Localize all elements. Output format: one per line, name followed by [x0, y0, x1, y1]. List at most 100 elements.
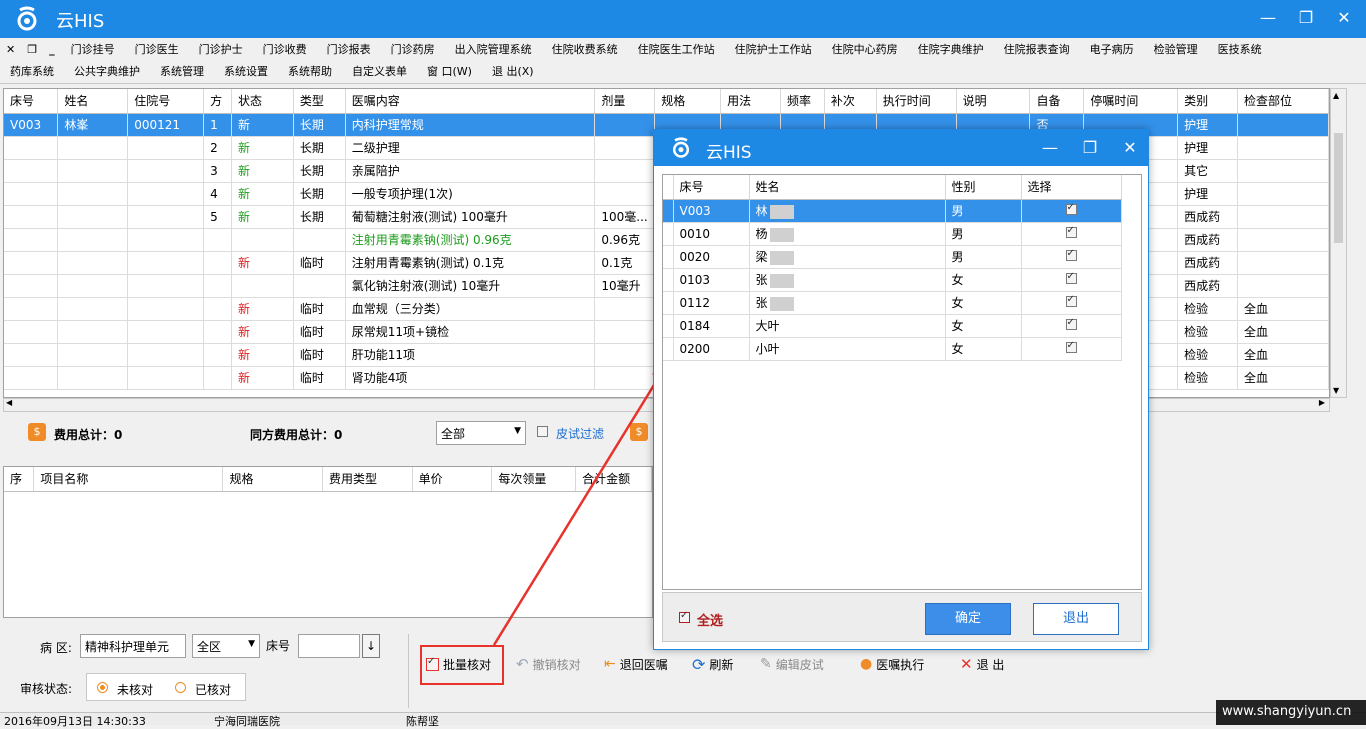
- bed-input[interactable]: [298, 634, 360, 658]
- menu-item[interactable]: 门诊收费: [253, 41, 317, 57]
- menu-item[interactable]: 系统设置: [214, 63, 278, 79]
- menu-item[interactable]: 窗 口(W): [417, 63, 482, 79]
- fee-column-header[interactable]: 规格: [222, 467, 323, 492]
- undo-verify-button[interactable]: ↶ 撤销核对: [516, 654, 581, 674]
- column-header[interactable]: 床号: [4, 89, 59, 114]
- dialog-patient-row[interactable]: V003 林 男: [663, 199, 1122, 223]
- fee-column-header[interactable]: 每次领量: [491, 467, 577, 492]
- dialog-column-header[interactable]: 姓名: [749, 175, 946, 200]
- column-header[interactable]: 补次: [824, 89, 877, 114]
- radio-unchecked-status[interactable]: [97, 682, 108, 693]
- column-header[interactable]: 自备: [1029, 89, 1085, 114]
- close-icon[interactable]: ✕: [1334, 8, 1354, 27]
- edit-skin-button[interactable]: ✎ 编辑皮试: [760, 654, 824, 674]
- dialog-restore-icon[interactable]: ❐: [1080, 138, 1100, 157]
- menu-item[interactable]: 系统帮助: [278, 63, 342, 79]
- menu-item[interactable]: 门诊医生: [125, 41, 189, 57]
- area-select[interactable]: 全区 ▼: [192, 634, 260, 658]
- minimize-small-icon[interactable]: _: [43, 43, 61, 56]
- refresh-button[interactable]: ⟳ 刷新: [692, 654, 733, 674]
- fee-column-header[interactable]: 单价: [412, 467, 493, 492]
- menu-item[interactable]: 出入院管理系统: [445, 41, 542, 57]
- menu-item[interactable]: 医技系统: [1208, 41, 1272, 57]
- select-checkbox[interactable]: [1065, 294, 1077, 307]
- menu-item[interactable]: 住院护士工作站: [725, 41, 822, 57]
- minimize-icon[interactable]: —: [1258, 8, 1278, 27]
- select-all-label[interactable]: 全选: [697, 610, 723, 629]
- dialog-close-icon[interactable]: ✕: [1120, 138, 1140, 157]
- dialog-patient-row[interactable]: 0020 梁 男: [663, 245, 1122, 269]
- dialog-patient-row[interactable]: 0112 张 女: [663, 291, 1122, 315]
- select-checkbox[interactable]: [1065, 248, 1077, 261]
- dialog-ok-button[interactable]: 确定: [925, 603, 1011, 635]
- column-header[interactable]: 频率: [780, 89, 825, 114]
- return-order-button[interactable]: ⇤ 退回医嘱: [604, 654, 668, 674]
- scroll-left-icon[interactable]: ◀: [6, 398, 12, 407]
- column-header[interactable]: 执行时间: [876, 89, 957, 114]
- scroll-down-icon[interactable]: ▼: [1333, 386, 1339, 395]
- menu-item[interactable]: 住院医生工作站: [628, 41, 725, 57]
- column-header[interactable]: 检查部位: [1237, 89, 1329, 114]
- fee-column-header[interactable]: 费用类型: [322, 467, 413, 492]
- menu-item[interactable]: 门诊药房: [381, 41, 445, 57]
- column-header[interactable]: 类别: [1177, 89, 1239, 114]
- menu-item[interactable]: 检验管理: [1144, 41, 1208, 57]
- menu-item[interactable]: 住院中心药房: [822, 41, 908, 57]
- menu-item[interactable]: 系统管理: [150, 63, 214, 79]
- dialog-patient-row[interactable]: 0103 张 女: [663, 268, 1122, 292]
- exit-button[interactable]: ✕ 退 出: [960, 654, 1004, 674]
- select-checkbox[interactable]: [1065, 317, 1077, 330]
- radio-checked-status[interactable]: [175, 682, 186, 693]
- menu-item[interactable]: 电子病历: [1080, 41, 1144, 57]
- column-header[interactable]: 住院号: [127, 89, 205, 114]
- dialog-column-header[interactable]: 床号: [673, 175, 750, 200]
- orders-vertical-scrollbar[interactable]: ▲ ▼: [1330, 88, 1347, 398]
- batch-verify-button[interactable]: 批量核对: [426, 654, 491, 674]
- select-checkbox[interactable]: [1065, 271, 1077, 284]
- dialog-patient-row[interactable]: 0184 大叶 女: [663, 314, 1122, 338]
- dialog-patient-row[interactable]: 0200 小叶 女: [663, 337, 1122, 361]
- fee-column-header[interactable]: 序: [4, 467, 35, 492]
- dialog-column-header[interactable]: 选择: [1021, 175, 1122, 200]
- fee-column-header[interactable]: 项目名称: [33, 467, 224, 492]
- radio-checked-label[interactable]: 已核对: [195, 681, 231, 698]
- dialog-cancel-button[interactable]: 退出: [1033, 603, 1119, 635]
- fee-column-header[interactable]: 合计金额: [575, 467, 652, 492]
- select-checkbox[interactable]: [1065, 202, 1077, 215]
- menu-item[interactable]: 自定义表单: [342, 63, 417, 79]
- select-checkbox[interactable]: [1065, 340, 1077, 353]
- radio-unchecked-label[interactable]: 未核对: [117, 681, 153, 698]
- menu-item[interactable]: 门诊报表: [317, 41, 381, 57]
- select-all-checkbox[interactable]: [679, 610, 690, 623]
- bed-search-button[interactable]: ↓: [362, 634, 380, 658]
- restore-small-icon[interactable]: ❐: [21, 43, 43, 56]
- select-checkbox[interactable]: [1065, 225, 1077, 238]
- column-header[interactable]: 说明: [956, 89, 1031, 114]
- column-header[interactable]: 用法: [720, 89, 781, 114]
- column-header[interactable]: 规格: [654, 89, 722, 114]
- menu-item[interactable]: 药库系统: [0, 63, 64, 79]
- menu-item[interactable]: 门诊挂号: [61, 41, 125, 57]
- menu-item[interactable]: 住院收费系统: [542, 41, 628, 57]
- scroll-thumb[interactable]: [1334, 133, 1343, 243]
- dialog-minimize-icon[interactable]: —: [1040, 138, 1060, 157]
- execute-order-button[interactable]: ● 医嘱执行: [860, 654, 924, 674]
- column-header[interactable]: 类型: [293, 89, 346, 114]
- dialog-column-header[interactable]: 性别: [945, 175, 1022, 200]
- column-header[interactable]: 医嘱内容: [345, 89, 596, 114]
- skin-filter-checkbox[interactable]: [537, 426, 548, 437]
- column-header[interactable]: 姓名: [57, 89, 129, 114]
- filter-select[interactable]: 全部 ▼: [436, 421, 526, 445]
- menu-item[interactable]: 住院报表查询: [994, 41, 1080, 57]
- skin-filter-label[interactable]: 皮试过滤: [556, 425, 604, 442]
- scroll-up-icon[interactable]: ▲: [1333, 91, 1339, 100]
- restore-icon[interactable]: ❐: [1296, 8, 1316, 27]
- scroll-right-icon[interactable]: ▶: [1319, 398, 1325, 407]
- column-header[interactable]: 状态: [231, 89, 294, 114]
- column-header[interactable]: 剂量: [594, 89, 656, 114]
- menu-item[interactable]: 公共字典维护: [64, 63, 150, 79]
- column-header[interactable]: 方: [203, 89, 233, 114]
- close-small-icon[interactable]: ✕: [0, 43, 21, 56]
- dialog-patient-row[interactable]: 0010 杨 男: [663, 222, 1122, 246]
- column-header[interactable]: 停嘱时间: [1083, 89, 1179, 114]
